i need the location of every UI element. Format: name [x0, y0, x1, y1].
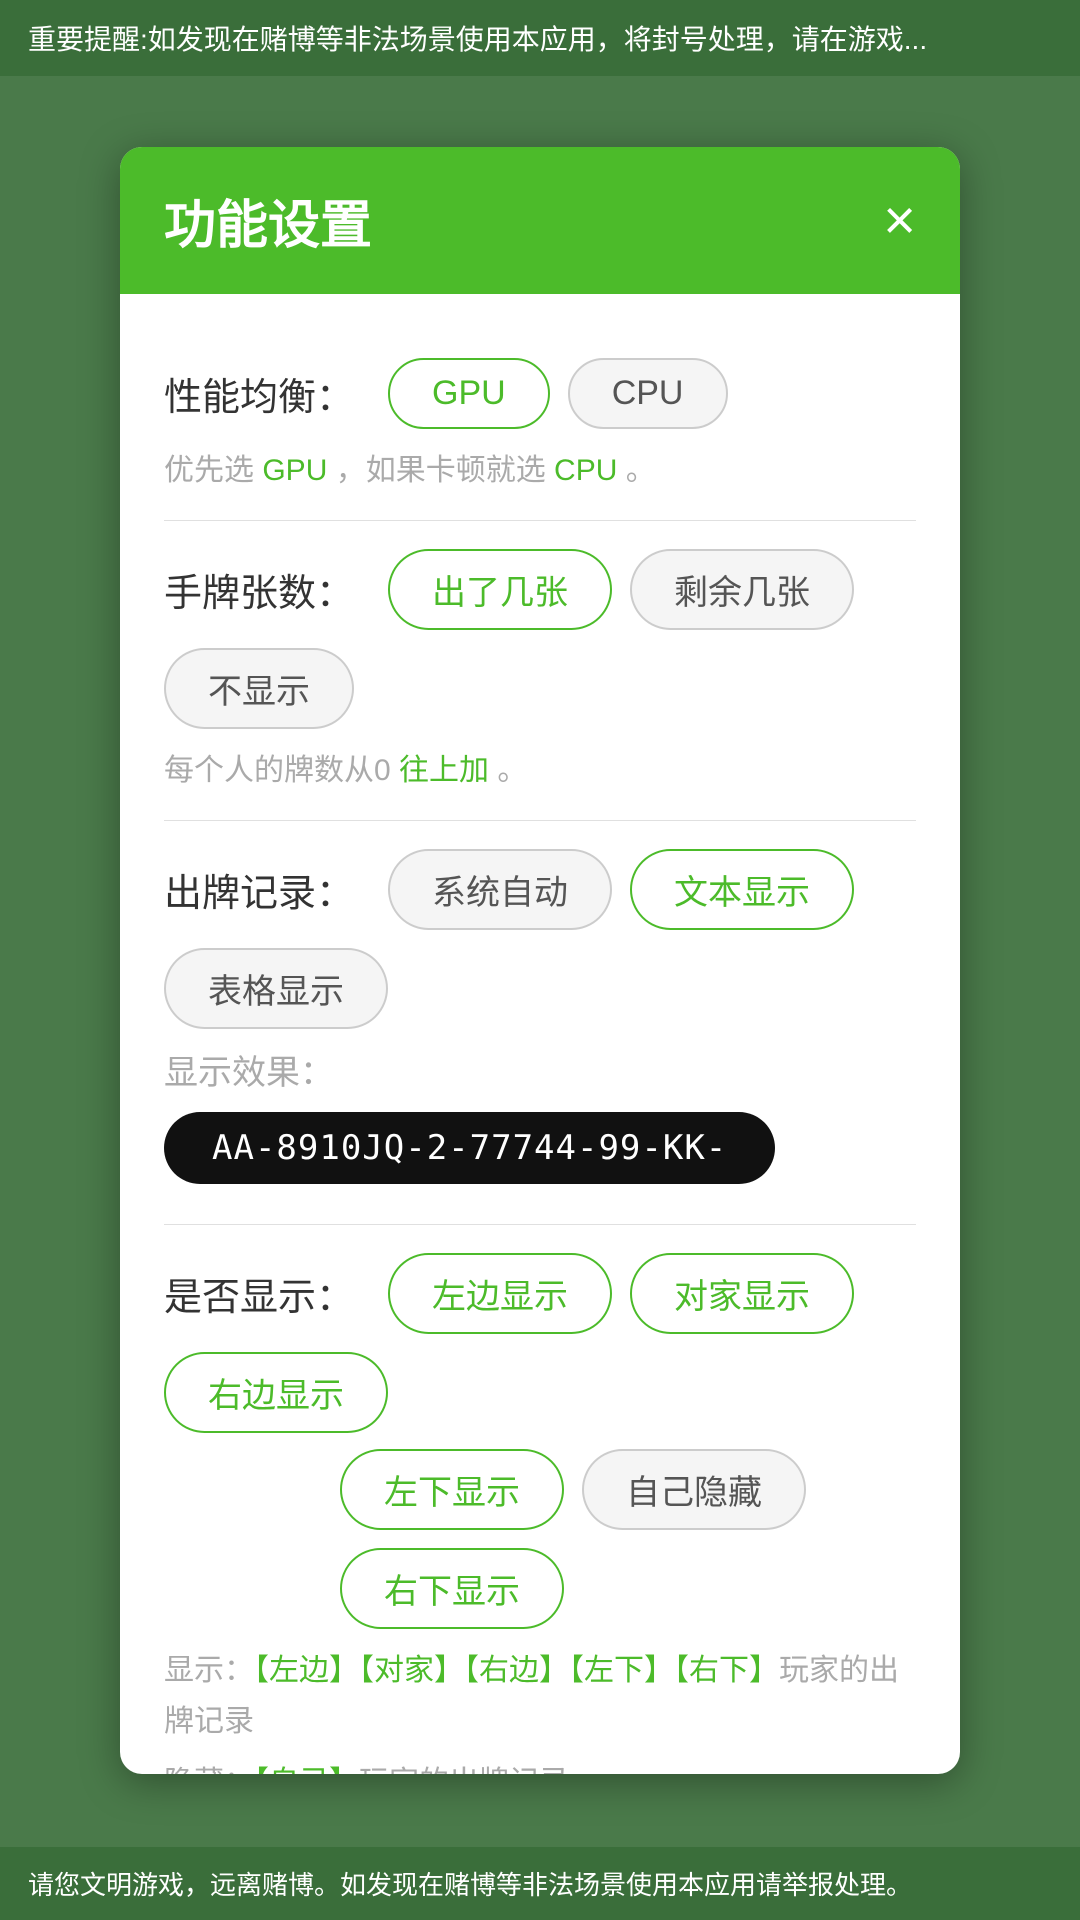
dialog: 功能设置 × 性能均衡： GPU CPU 优先选 GPU ，如果卡顿就选 CPU… — [120, 147, 960, 1774]
show-hide-row2: 左下显示 自己隐藏 右下显示 — [340, 1449, 916, 1629]
show-hide-label: 是否显示： — [164, 1266, 354, 1321]
close-button[interactable]: × — [883, 192, 916, 248]
record-text-button[interactable]: 文本显示 — [630, 849, 854, 930]
right-show-button[interactable]: 右边显示 — [164, 1352, 388, 1433]
performance-hint: 优先选 GPU ，如果卡顿就选 CPU 。 — [164, 445, 916, 496]
cpu-button[interactable]: CPU — [568, 358, 728, 429]
performance-hint-cpu: CPU — [554, 454, 617, 487]
dialog-body: 性能均衡： GPU CPU 优先选 GPU ，如果卡顿就选 CPU 。 手牌张数… — [120, 294, 960, 1774]
dialog-header: 功能设置 × — [120, 147, 960, 294]
hand-cards-section: 手牌张数： 出了几张 剩余几张 不显示 每个人的牌数从0 往上加 。 — [164, 521, 916, 821]
show-hide-hint1: 显示：【左边】【对家】【右边】【左下】【右下】玩家的出牌记录 — [164, 1645, 916, 1747]
hide-cards-button[interactable]: 不显示 — [164, 648, 354, 729]
show-positions: 【左边】【对家】【右边】【左下】【右下】 — [254, 1654, 779, 1687]
played-cards-button[interactable]: 出了几张 — [388, 549, 612, 630]
bottom-right-show-button[interactable]: 右下显示 — [340, 1548, 564, 1629]
hide-positions: 【自己】 — [254, 1766, 359, 1774]
hand-cards-label: 手牌张数： — [164, 562, 354, 617]
performance-row: 性能均衡： GPU CPU — [164, 358, 916, 429]
performance-section: 性能均衡： GPU CPU 优先选 GPU ，如果卡顿就选 CPU 。 — [164, 330, 916, 521]
dialog-title: 功能设置 — [164, 183, 372, 258]
show-hide-row: 是否显示： 左边显示 对家显示 右边显示 — [164, 1253, 916, 1433]
bottom-left-show-button[interactable]: 左下显示 — [340, 1449, 564, 1530]
hand-cards-hint-up: 往上加 — [399, 754, 489, 787]
record-auto-button[interactable]: 系统自动 — [388, 849, 612, 930]
card-record-label: 出牌记录： — [164, 862, 354, 917]
display-effect-label: 显示效果： — [164, 1045, 334, 1094]
performance-label: 性能均衡： — [164, 366, 354, 421]
hand-cards-hint: 每个人的牌数从0 往上加 。 — [164, 745, 916, 796]
display-effect-row: 显示效果： AA-8910JQ-2-77744-99-KK- — [164, 1045, 916, 1184]
left-show-button[interactable]: 左边显示 — [388, 1253, 612, 1334]
performance-hint-gpu: GPU — [262, 454, 327, 487]
opposite-show-button[interactable]: 对家显示 — [630, 1253, 854, 1334]
card-record-section: 出牌记录： 系统自动 文本显示 表格显示 显示效果： AA-8910JQ-2-7… — [164, 821, 916, 1225]
remain-cards-button[interactable]: 剩余几张 — [630, 549, 854, 630]
show-hide-hint2: 隐藏：【自己】玩家的出牌记录 — [164, 1757, 916, 1774]
dialog-backdrop: 功能设置 × 性能均衡： GPU CPU 优先选 GPU ，如果卡顿就选 CPU… — [0, 0, 1080, 1920]
record-table-button[interactable]: 表格显示 — [164, 948, 388, 1029]
hand-cards-row: 手牌张数： 出了几张 剩余几张 不显示 — [164, 549, 916, 729]
show-hide-section: 是否显示： 左边显示 对家显示 右边显示 左下显示 自己隐藏 右下显示 显示：【… — [164, 1225, 916, 1774]
card-record-row: 出牌记录： 系统自动 文本显示 表格显示 — [164, 849, 916, 1029]
self-hide-button[interactable]: 自己隐藏 — [582, 1449, 806, 1530]
display-effect-value: AA-8910JQ-2-77744-99-KK- — [164, 1112, 775, 1184]
gpu-button[interactable]: GPU — [388, 358, 550, 429]
